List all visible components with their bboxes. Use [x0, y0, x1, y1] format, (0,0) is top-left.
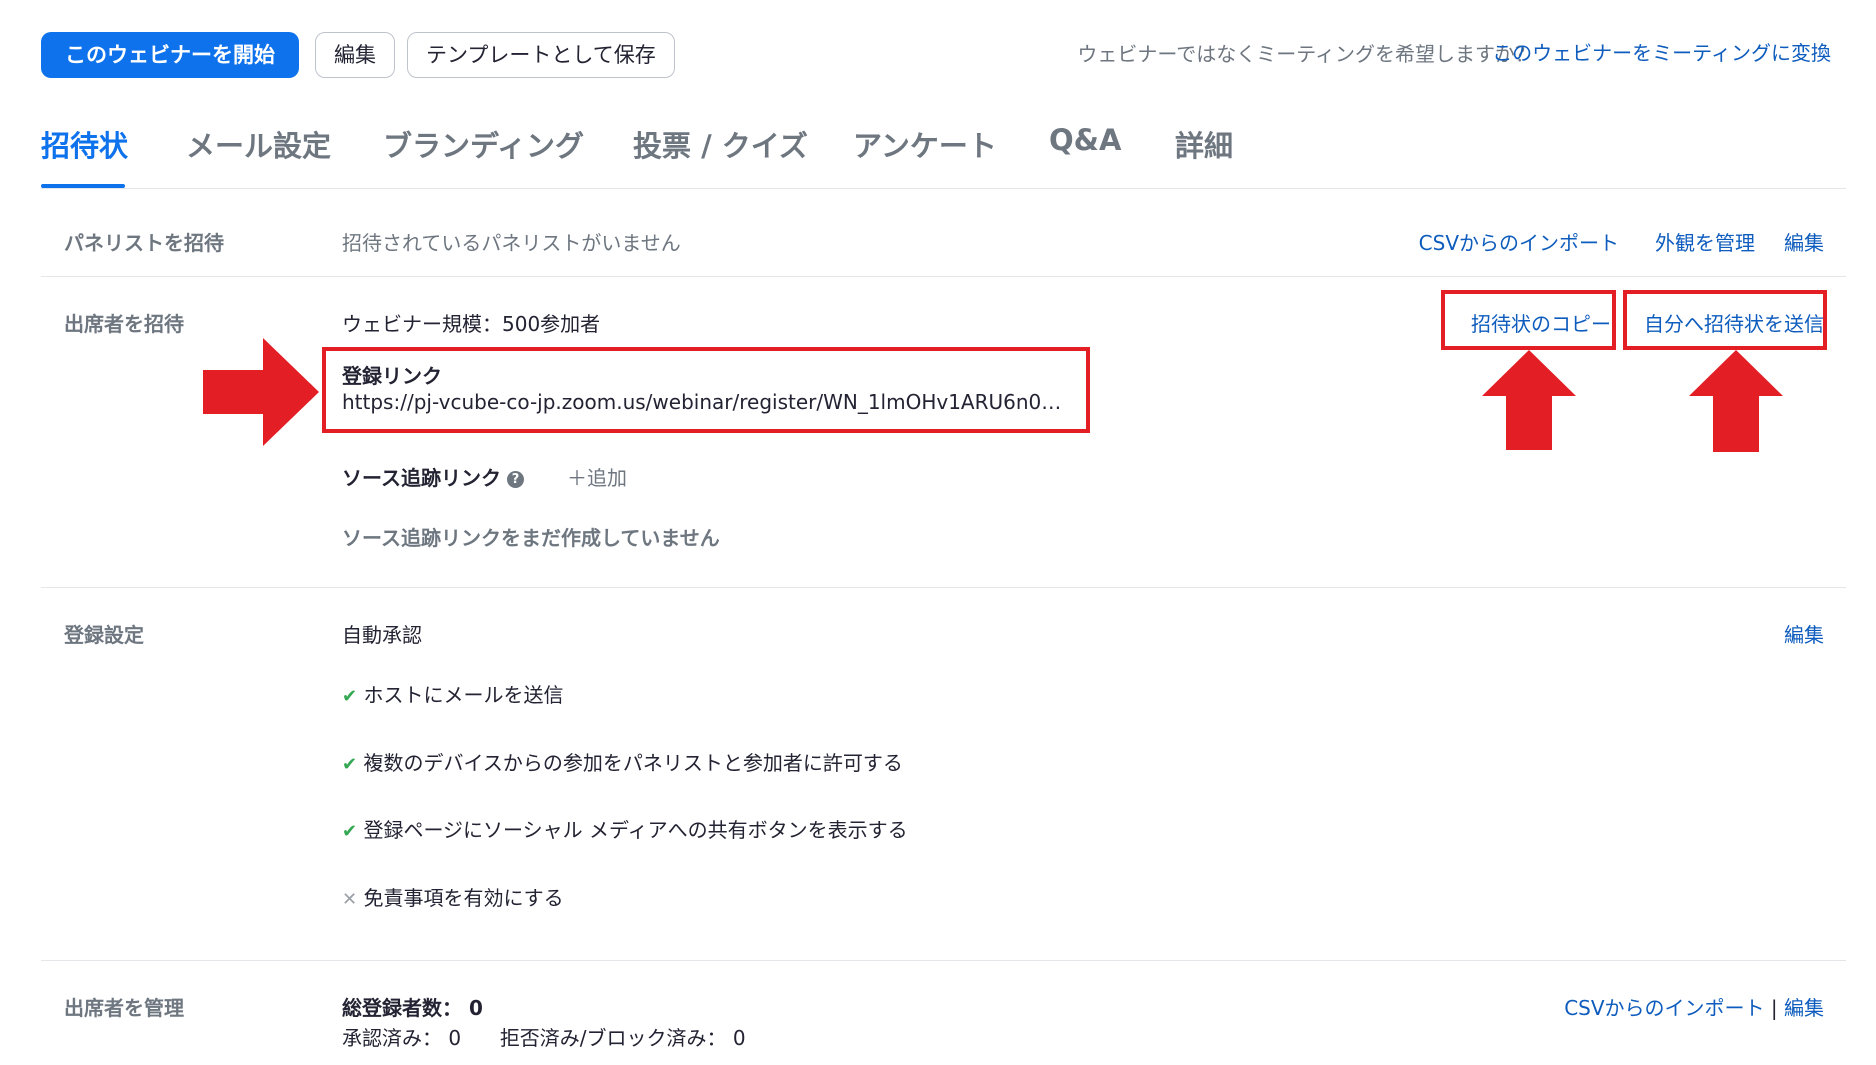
- section-divider: [41, 587, 1846, 588]
- tab-email-settings[interactable]: メール設定: [186, 123, 331, 165]
- registrant-breakdown: 承認済み： 0 拒否済み/ブロック済み： 0: [342, 1022, 746, 1051]
- manage-appearance-link[interactable]: 外観を管理: [1655, 227, 1755, 256]
- registration-section-label: 登録設定: [64, 623, 144, 647]
- separator: |: [1770, 996, 1778, 1020]
- check-icon: ✔: [342, 686, 358, 707]
- registration-link-url[interactable]: https://pj-vcube-co-jp.zoom.us/webinar/r…: [342, 390, 1072, 414]
- source-tracking-label: ソース追跡リンク?: [342, 462, 524, 491]
- tab-invitation[interactable]: 招待状: [41, 123, 128, 165]
- rejected-value: 0: [732, 1026, 746, 1050]
- attendees-section-label: 出席者を招待: [64, 312, 184, 336]
- arrow-right-icon: [203, 338, 319, 446]
- registration-option-text: 複数のデバイスからの参加をパネリストと参加者に許可する: [363, 751, 903, 775]
- webinar-capacity-text: ウェビナー規模：500参加者: [342, 312, 601, 336]
- tab-bar: 招待状 メール設定 ブランディング 投票 / クイズ アンケート Q&A 詳細: [41, 120, 1846, 189]
- save-as-template-button[interactable]: テンプレートとして保存: [407, 32, 675, 78]
- help-icon[interactable]: ?: [507, 471, 524, 488]
- approved-value: 0: [448, 1026, 462, 1050]
- approved-label: 承認済み：: [342, 1026, 442, 1050]
- manage-csv-import-link[interactable]: CSVからのインポート: [1564, 996, 1764, 1020]
- start-webinar-button[interactable]: このウェビナーを開始: [41, 32, 299, 78]
- source-tracking-label-text: ソース追跡リンク: [342, 466, 501, 490]
- source-tracking-empty-text: ソース追跡リンクをまだ作成していません: [342, 526, 720, 550]
- check-icon: ✔: [342, 821, 358, 842]
- registration-option: ✔ 複数のデバイスからの参加をパネリストと参加者に許可する: [342, 747, 903, 776]
- registration-option: ✕ 免責事項を有効にする: [342, 882, 564, 911]
- registration-option: ✔ ホストにメールを送信: [342, 679, 563, 708]
- rejected-label: 拒否済み/ブロック済み：: [499, 1026, 727, 1050]
- total-registrants-value: 0: [468, 996, 483, 1020]
- copy-invitation-link[interactable]: 招待状のコピー: [1471, 308, 1611, 337]
- registration-link-title: 登録リンク: [342, 364, 442, 388]
- convert-question-text: ウェビナーではなくミーティングを希望しますか？: [1077, 42, 1535, 66]
- edit-webinar-button[interactable]: 編集: [315, 32, 395, 78]
- panelists-section-label: パネリストを招待: [64, 231, 224, 255]
- convert-to-meeting-link[interactable]: このウェビナーをミーティングに変換: [1492, 37, 1831, 66]
- auto-approve-text: 自動承認: [342, 623, 422, 647]
- section-divider: [41, 276, 1846, 277]
- arrow-up-icon: [1689, 350, 1783, 452]
- panelists-csv-import-link[interactable]: CSVからのインポート: [1419, 227, 1619, 256]
- total-registrants-label: 総登録者数：: [342, 996, 462, 1020]
- arrow-up-icon: [1482, 350, 1576, 450]
- add-source-tracking-button[interactable]: ＋追加: [567, 462, 627, 491]
- registration-edit-link[interactable]: 編集: [1784, 619, 1824, 648]
- tab-details[interactable]: 詳細: [1175, 123, 1233, 165]
- registration-option-text: ホストにメールを送信: [363, 683, 564, 707]
- tab-branding[interactable]: ブランディング: [383, 123, 584, 165]
- active-tab-indicator: [41, 184, 125, 188]
- total-registrants: 総登録者数： 0: [342, 992, 483, 1021]
- section-divider: [41, 960, 1846, 961]
- registration-option-text: 登録ページにソーシャル メディアへの共有ボタンを表示する: [363, 818, 908, 842]
- registration-option: ✔ 登録ページにソーシャル メディアへの共有ボタンを表示する: [342, 814, 908, 843]
- x-icon: ✕: [342, 889, 358, 910]
- tab-qa[interactable]: Q&A: [1049, 123, 1121, 157]
- check-icon: ✔: [342, 754, 358, 775]
- send-invitation-to-me-link[interactable]: 自分へ招待状を送信: [1644, 308, 1824, 337]
- manage-actions: CSVからのインポート | 編集: [1564, 992, 1824, 1021]
- panelists-edit-link[interactable]: 編集: [1784, 227, 1824, 256]
- tab-survey[interactable]: アンケート: [853, 123, 997, 165]
- tab-polls-quizzes[interactable]: 投票 / クイズ: [633, 123, 808, 165]
- manage-edit-link[interactable]: 編集: [1784, 996, 1824, 1020]
- no-panelists-text: 招待されているパネリストがいません: [342, 231, 681, 255]
- registration-option-text: 免責事項を有効にする: [363, 886, 564, 910]
- manage-attendees-section-label: 出席者を管理: [64, 996, 184, 1020]
